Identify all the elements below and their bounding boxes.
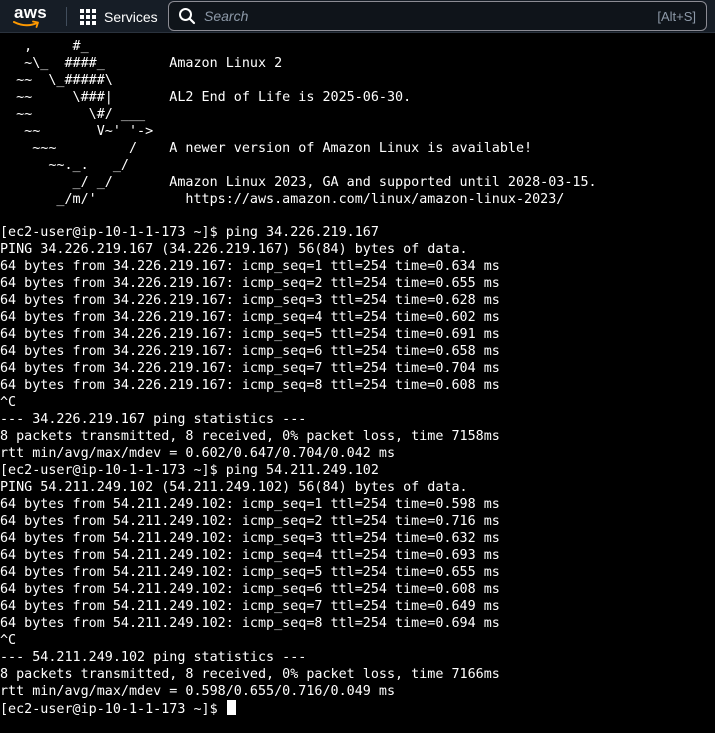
- terminal-line: 64 bytes from 54.211.249.102: icmp_seq=3…: [0, 531, 500, 546]
- terminal-line: 64 bytes from 34.226.219.167: icmp_seq=2…: [0, 276, 500, 291]
- search-shortcut-hint: [Alt+S]: [657, 8, 696, 24]
- banner-line: , #_: [0, 39, 89, 54]
- terminal-line: 64 bytes from 34.226.219.167: icmp_seq=4…: [0, 310, 500, 325]
- terminal-line: 64 bytes from 34.226.219.167: icmp_seq=7…: [0, 361, 500, 376]
- aws-smile-icon: [13, 20, 39, 28]
- terminal-line: [ec2-user@ip-10-1-1-173 ~]$ ping 34.226.…: [0, 225, 379, 240]
- terminal-line: 64 bytes from 54.211.249.102: icmp_seq=4…: [0, 548, 500, 563]
- terminal-line: 64 bytes from 54.211.249.102: icmp_seq=5…: [0, 565, 500, 580]
- banner-line: ~~ \#/ ___: [0, 107, 146, 122]
- banner-line: _/m/' https://aws.amazon.com/linux/amazo…: [0, 192, 565, 207]
- terminal-line: 64 bytes from 54.211.249.102: icmp_seq=2…: [0, 514, 500, 529]
- terminal-line: 64 bytes from 34.226.219.167: icmp_seq=8…: [0, 378, 500, 393]
- terminal-line: PING 54.211.249.102 (54.211.249.102) 56(…: [0, 480, 468, 495]
- terminal-prompt: [ec2-user@ip-10-1-1-173 ~]$: [0, 702, 226, 717]
- services-grid-icon: [80, 8, 96, 25]
- terminal-line: 8 packets transmitted, 8 received, 0% pa…: [0, 429, 500, 444]
- terminal-line: 64 bytes from 54.211.249.102: icmp_seq=1…: [0, 497, 500, 512]
- terminal-line: rtt min/avg/max/mdev = 0.602/0.647/0.704…: [0, 446, 396, 461]
- banner-line: ~~ \###| AL2 End of Life is 2025-06-30.: [0, 90, 412, 105]
- terminal-line: --- 34.226.219.167 ping statistics ---: [0, 412, 307, 427]
- banner-line: ~~._. _/: [0, 158, 129, 173]
- banner-line: _/ _/ Amazon Linux 2023, GA and supporte…: [0, 175, 597, 190]
- banner-line: ~~ \_#####\: [0, 73, 113, 88]
- search-icon: [179, 8, 196, 25]
- terminal-line: 8 packets transmitted, 8 received, 0% pa…: [0, 667, 500, 682]
- banner-line: ~~~ / A newer version of Amazon Linux is…: [0, 141, 533, 156]
- terminal-line: ^C: [0, 633, 17, 648]
- terminal-line: ^C: [0, 395, 17, 410]
- search-input[interactable]: [204, 4, 658, 28]
- services-label: Services: [104, 8, 158, 25]
- terminal-line: 64 bytes from 34.226.219.167: icmp_seq=6…: [0, 344, 500, 359]
- terminal-window[interactable]: , #_ ~\_ ####_ Amazon Linux 2 ~~ \_#####…: [0, 33, 715, 733]
- banner-line: ~\_ ####_ Amazon Linux 2: [0, 56, 283, 71]
- terminal-line: [ec2-user@ip-10-1-1-173 ~]$ ping 54.211.…: [0, 463, 379, 478]
- terminal-line: 64 bytes from 54.211.249.102: icmp_seq=7…: [0, 599, 500, 614]
- terminal-prompt-line[interactable]: [ec2-user@ip-10-1-1-173 ~]$: [0, 700, 236, 718]
- header-divider: [66, 7, 67, 26]
- banner-line: ~~ V~' '->: [0, 124, 154, 139]
- top-navigation-bar: aws Services [Alt+S]: [0, 0, 715, 33]
- terminal-line: PING 34.226.219.167 (34.226.219.167) 56(…: [0, 242, 468, 257]
- services-menu-button[interactable]: Services: [80, 0, 158, 33]
- terminal-line: --- 54.211.249.102 ping statistics ---: [0, 650, 307, 665]
- terminal-line: 64 bytes from 34.226.219.167: icmp_seq=3…: [0, 293, 500, 308]
- aws-logo[interactable]: aws: [12, 3, 52, 29]
- search-box[interactable]: [Alt+S]: [168, 1, 707, 31]
- terminal-cursor: [226, 700, 236, 715]
- terminal-line: 64 bytes from 34.226.219.167: icmp_seq=5…: [0, 327, 500, 342]
- terminal-line: rtt min/avg/max/mdev = 0.598/0.655/0.716…: [0, 684, 396, 699]
- terminal-line: 64 bytes from 34.226.219.167: icmp_seq=1…: [0, 259, 500, 274]
- terminal-line: 64 bytes from 54.211.249.102: icmp_seq=6…: [0, 582, 500, 597]
- terminal-line: 64 bytes from 54.211.249.102: icmp_seq=8…: [0, 616, 500, 631]
